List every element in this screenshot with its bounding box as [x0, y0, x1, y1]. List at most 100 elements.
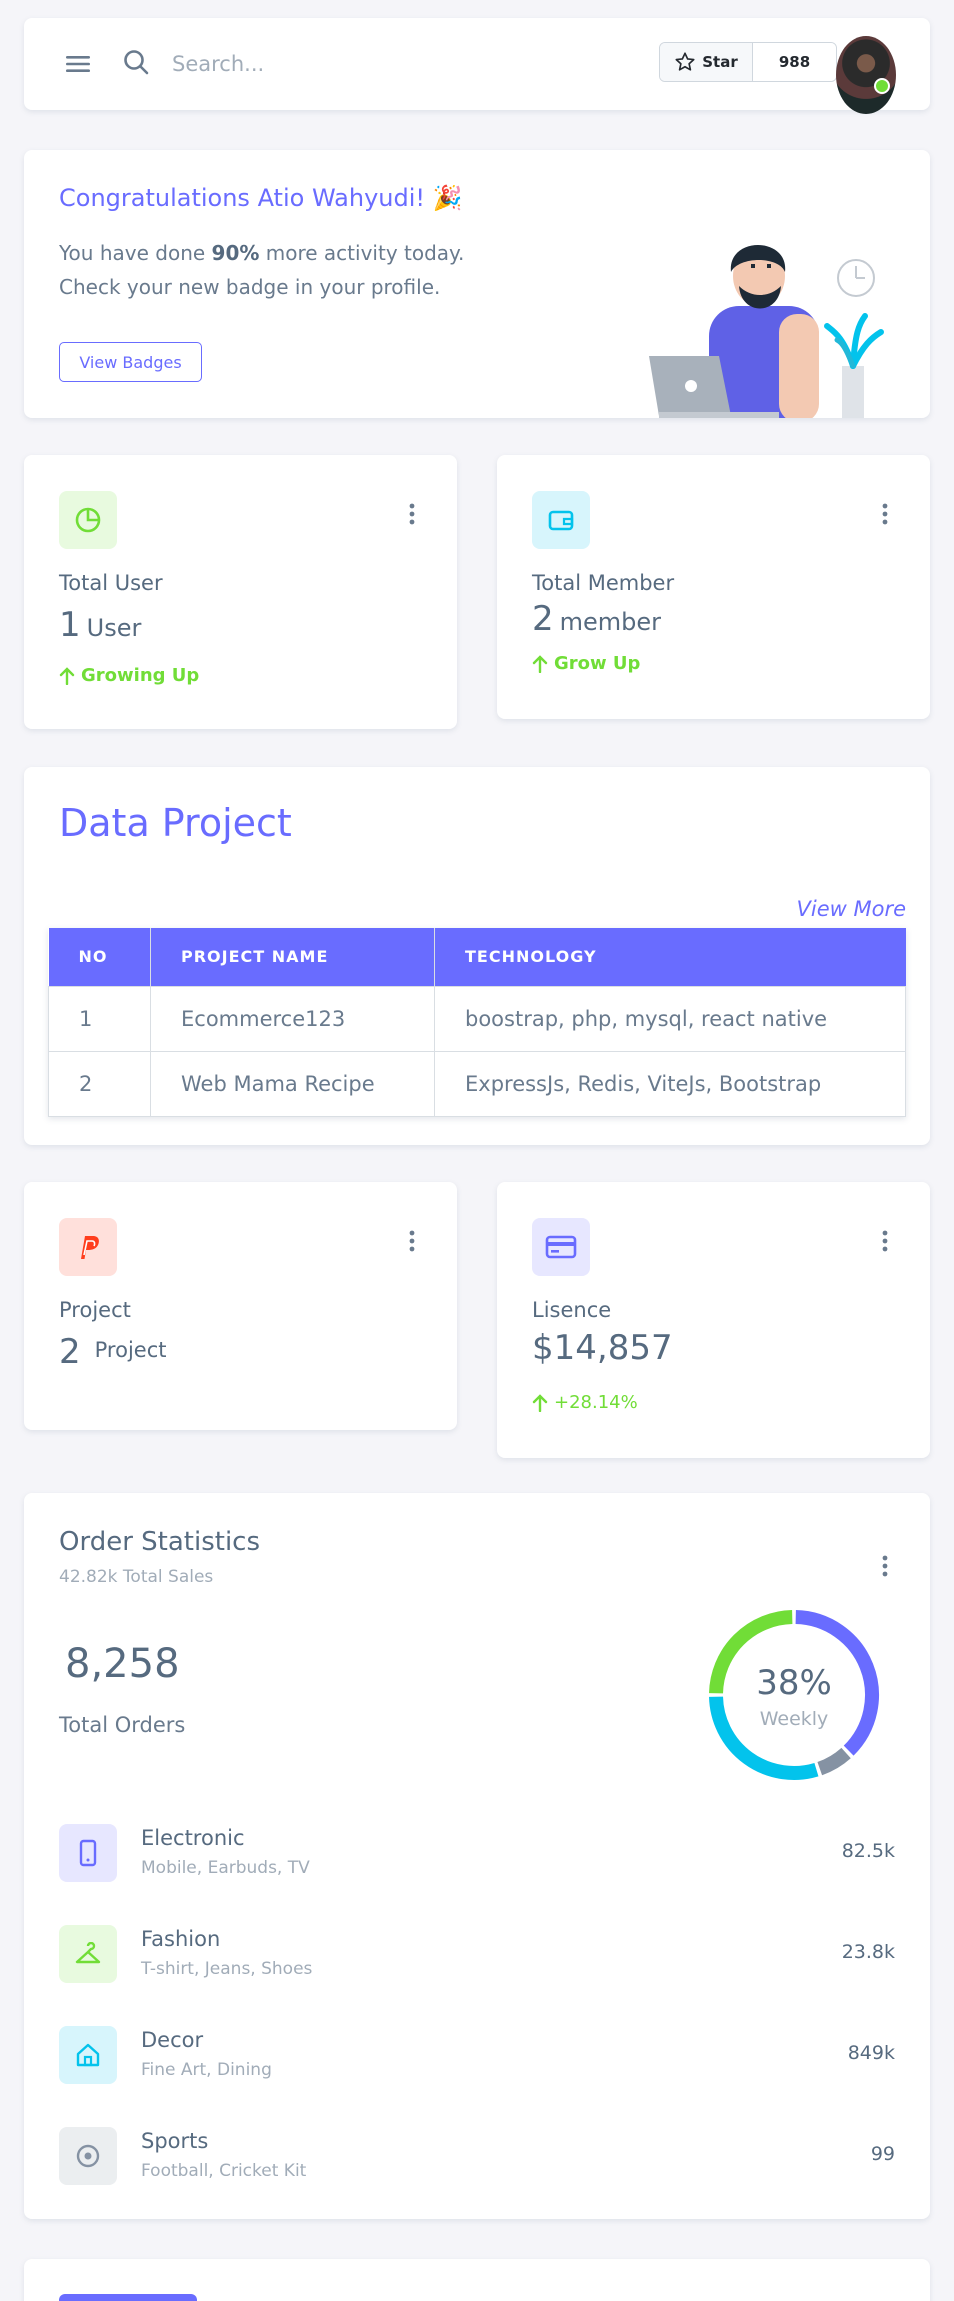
mobile-icon [59, 1824, 117, 1882]
order-statistics-subtitle: 42.82k Total Sales [59, 1567, 214, 1587]
cell-no: 1 [48, 985, 151, 1052]
item-name: Electronic [141, 1826, 245, 1850]
donut-percentage: 38% [756, 1663, 832, 1703]
stat-label: Total Member [532, 571, 675, 595]
more-options-icon[interactable] [882, 503, 888, 525]
table-header-row: NO PROJECT NAME TECHNOLOGY [48, 928, 906, 986]
item-description: Fine Art, Dining [141, 2060, 272, 2080]
github-star-widget: Star 988 [659, 42, 837, 82]
cell-technology: ExpressJs, Redis, ViteJs, Bootstrap [434, 1050, 906, 1117]
list-item-decor[interactable]: Decor Fine Art, Dining 849k [59, 2026, 895, 2084]
stat-unit: User [86, 614, 142, 642]
menu-icon[interactable] [64, 50, 92, 78]
stat-value: 1 User [59, 605, 141, 645]
item-name: Sports [141, 2129, 209, 2153]
list-item-sports[interactable]: Sports Football, Cricket Kit 99 [59, 2127, 895, 2185]
column-header-no: NO [48, 928, 151, 986]
football-icon [59, 2127, 117, 2185]
home-icon [59, 2026, 117, 2084]
item-name: Decor [141, 2028, 204, 2052]
lisence-card: Lisence $14,857 +28.14% [497, 1182, 930, 1458]
stat-value: 2 Project [59, 1332, 167, 1372]
next-card [24, 2259, 930, 2301]
project-table: NO PROJECT NAME TECHNOLOGY 1 Ecommerce12… [48, 928, 906, 1117]
item-value: 849k [847, 2042, 895, 2064]
trend-label: Growing Up [81, 665, 200, 686]
stat-label: Lisence [532, 1298, 612, 1322]
view-badges-button[interactable]: View Badges [59, 342, 202, 382]
order-statistics-title: Order Statistics [59, 1527, 261, 1557]
stat-number: 2 [59, 1332, 81, 1372]
item-description: T-shirt, Jeans, Shoes [141, 1959, 313, 1979]
github-star-button[interactable]: Star [660, 43, 753, 81]
tab-pill[interactable] [59, 2294, 197, 2301]
column-header-project-name: PROJECT NAME [150, 928, 435, 986]
cell-no: 2 [48, 1050, 151, 1117]
arrow-up-icon [532, 654, 548, 673]
search-input[interactable] [172, 46, 572, 82]
stat-label: Project [59, 1298, 131, 1322]
item-description: Football, Cricket Kit [141, 2161, 307, 2181]
trend-indicator: Growing Up [59, 665, 199, 686]
user-avatar[interactable] [836, 36, 896, 114]
cell-project-name: Ecommerce123 [150, 985, 435, 1052]
man-with-laptop-illustration [649, 245, 884, 418]
trend-label: +28.14% [554, 1392, 638, 1413]
list-item-fashion[interactable]: Fashion T-shirt, Jeans, Shoes 23.8k [59, 1925, 895, 1983]
more-options-icon[interactable] [882, 1230, 888, 1252]
trend-label: Grow Up [554, 653, 641, 674]
congrats-line1-post: more activity today. [259, 241, 465, 265]
total-member-card: Total Member 2 member Grow Up [497, 455, 930, 719]
congrats-line1-pre: You have done [59, 241, 212, 265]
total-orders-value: 8,258 [65, 1641, 180, 1687]
closet-icon [59, 1925, 117, 1983]
congrats-text: You have done 90% more activity today. C… [59, 236, 539, 304]
item-name: Fashion [141, 1927, 221, 1951]
more-options-icon[interactable] [882, 1555, 888, 1577]
stat-number: $14,857 [532, 1328, 673, 1368]
project-card: Project 2 Project [24, 1182, 457, 1430]
trend-indicator: +28.14% [532, 1392, 638, 1413]
more-options-icon[interactable] [409, 503, 415, 525]
arrow-up-icon [59, 666, 75, 685]
star-icon [675, 52, 695, 71]
table-row[interactable]: 2 Web Mama Recipe ExpressJs, Redis, Vite… [48, 1050, 906, 1117]
github-star-count[interactable]: 988 [753, 43, 836, 81]
stat-value: $14,857 [532, 1328, 673, 1368]
stat-value: 2 member [532, 599, 661, 639]
list-item-electronic[interactable]: Electronic Mobile, Earbuds, TV 82.5k [59, 1824, 895, 1882]
stat-unit: Project [94, 1338, 167, 1362]
congratulations-card: Congratulations Atio Wahyudi! 🎉 You have… [24, 150, 930, 418]
credit-card-icon [532, 1218, 590, 1276]
stat-number: 1 [59, 605, 81, 645]
stat-number: 2 [532, 599, 554, 639]
donut-segment-1 [817, 1747, 851, 1776]
more-options-icon[interactable] [409, 1230, 415, 1252]
pie-chart-icon [59, 491, 117, 549]
item-value: 82.5k [841, 1840, 895, 1862]
search-icon [124, 50, 149, 75]
top-navbar: Star 988 [24, 18, 930, 114]
view-more-link[interactable]: View More [797, 897, 907, 921]
stat-unit: member [559, 608, 662, 636]
item-value: 99 [870, 2143, 895, 2165]
stat-label: Total User [59, 571, 163, 595]
data-project-title: Data Project [59, 801, 292, 845]
congrats-percentage: 90% [211, 241, 260, 265]
order-statistics-card: Order Statistics 42.82k Total Sales 8,25… [24, 1493, 930, 2219]
cell-project-name: Web Mama Recipe [150, 1050, 435, 1117]
data-project-card: Data Project View More NO PROJECT NAME T… [24, 767, 930, 1145]
donut-label: Weekly [759, 1708, 829, 1730]
paypal-icon [59, 1218, 117, 1276]
github-star-label: Star [702, 53, 738, 71]
table-row[interactable]: 1 Ecommerce123 boostrap, php, mysql, rea… [48, 985, 906, 1052]
congrats-line2: Check your new badge in your profile. [59, 275, 441, 299]
item-value: 23.8k [841, 1941, 895, 1963]
total-user-card: Total User 1 User Growing Up [24, 455, 457, 729]
congrats-title: Congratulations Atio Wahyudi! 🎉 [59, 184, 463, 212]
column-header-technology: TECHNOLOGY [434, 928, 906, 986]
item-description: Mobile, Earbuds, TV [141, 1858, 310, 1878]
trend-indicator: Grow Up [532, 653, 640, 674]
online-status-dot [874, 78, 890, 94]
cell-technology: boostrap, php, mysql, react native [434, 985, 906, 1052]
